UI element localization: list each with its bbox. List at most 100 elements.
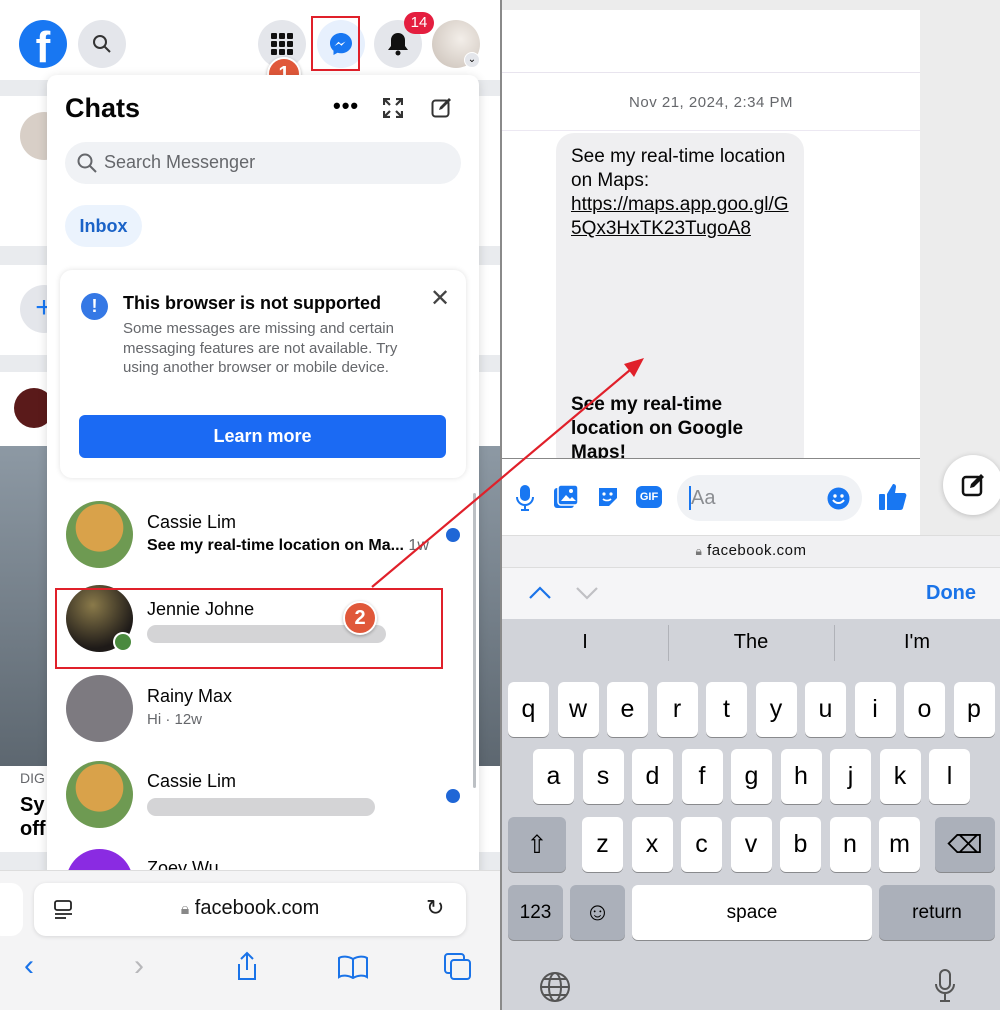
maps-link[interactable]: https://maps.app.goo.gl/G5Qx3HxTK23TugoA… <box>571 193 796 241</box>
post-headline[interactable]: Sy <box>20 794 44 817</box>
chat-preview: Hi · 12w <box>147 711 203 728</box>
grid-icon <box>271 33 293 55</box>
key-k[interactable]: k <box>879 749 921 804</box>
delete-key[interactable]: ⌫ <box>935 817 995 872</box>
new-message-icon[interactable] <box>431 97 453 119</box>
key-m[interactable]: m <box>879 817 920 872</box>
key-c[interactable]: c <box>681 817 722 872</box>
numbers-key[interactable]: 123 <box>508 885 563 940</box>
step-marker-2: 2 <box>343 601 377 635</box>
unread-dot <box>446 528 460 542</box>
microphone-icon[interactable] <box>516 485 534 511</box>
suggestion[interactable]: I <box>502 631 668 654</box>
key-r[interactable]: r <box>656 682 698 737</box>
key-a[interactable]: a <box>533 749 574 804</box>
facebook-logo[interactable]: f <box>19 20 67 68</box>
key-v[interactable]: v <box>730 817 772 872</box>
globe-icon[interactable] <box>539 971 571 1003</box>
close-icon[interactable]: ✕ <box>430 284 450 313</box>
notifications-badge: 14 <box>404 12 434 34</box>
post-headline[interactable]: off <box>20 818 46 841</box>
key-p[interactable]: p <box>953 682 995 737</box>
key-o[interactable]: o <box>904 682 945 737</box>
chat-item[interactable]: Cassie Lim See my real-time location on … <box>47 495 479 583</box>
done-button[interactable]: Done <box>926 582 976 605</box>
dictation-icon[interactable] <box>934 969 956 1003</box>
key-h[interactable]: h <box>780 749 822 804</box>
key-e[interactable]: e <box>607 682 648 737</box>
annotation-box-chat <box>55 588 443 669</box>
suggestion[interactable]: The <box>668 631 834 654</box>
key-f[interactable]: f <box>681 749 723 804</box>
learn-more-button[interactable]: Learn more <box>79 415 446 458</box>
space-key[interactable]: space <box>632 885 872 940</box>
browser-not-supported-notice: ! This browser is not supported Some mes… <box>60 270 466 478</box>
notice-body: Some messages are missing and certain me… <box>123 320 398 376</box>
message-input[interactable]: Aa <box>677 475 862 521</box>
previous-tab[interactable] <box>0 883 23 936</box>
conversation-area: Nov 21, 2024, 2:34 PM See my real-time l… <box>502 10 920 473</box>
chat-item[interactable]: Cassie Lim <box>47 755 479 843</box>
key-d[interactable]: d <box>632 749 673 804</box>
chat-preview: See my real-time location on Ma... 1w <box>147 537 429 554</box>
key-n[interactable]: n <box>829 817 871 872</box>
facebook-web-panel: + DIG Sy off f 14 ⌄ 1 Chats ••• Search M… <box>0 0 500 1010</box>
emoji-icon[interactable] <box>827 487 850 510</box>
search-icon <box>93 35 111 53</box>
message-timestamp: Nov 21, 2024, 2:34 PM <box>629 94 793 111</box>
notice-title: This browser is not supported <box>123 293 382 313</box>
chevron-up-icon[interactable] <box>528 586 552 600</box>
key-w[interactable]: w <box>557 682 599 737</box>
search-messenger-input[interactable]: Search Messenger <box>65 142 461 184</box>
chat-preview-placeholder <box>147 798 375 816</box>
address-bar[interactable]: 🔒︎ facebook.com ↻ <box>34 883 466 936</box>
lock-icon: 🔒︎ <box>180 901 190 918</box>
bell-icon <box>388 33 408 56</box>
key-x[interactable]: x <box>631 817 673 872</box>
new-message-button[interactable] <box>943 455 1000 515</box>
search-button[interactable] <box>78 20 126 68</box>
url-bar-compact[interactable]: 🔒︎ facebook.com <box>502 535 1000 567</box>
url-text: facebook.com <box>707 542 807 559</box>
gif-icon[interactable]: GIF <box>636 486 662 508</box>
tab-inbox[interactable]: Inbox <box>65 205 142 247</box>
message-preview-title: See my real-time location on Google Maps… <box>571 394 744 463</box>
photo-icon[interactable] <box>554 485 578 509</box>
shift-key[interactable]: ⇧ <box>508 817 566 872</box>
key-s[interactable]: s <box>582 749 624 804</box>
chevron-down-icon[interactable] <box>575 586 599 600</box>
key-y[interactable]: y <box>755 682 797 737</box>
suggestion[interactable]: I'm <box>834 631 1000 654</box>
key-z[interactable]: z <box>582 817 623 872</box>
key-u[interactable]: u <box>805 682 846 737</box>
tabs-icon[interactable] <box>444 953 472 981</box>
key-b[interactable]: b <box>780 817 821 872</box>
compose-icon <box>961 474 984 497</box>
chat-item[interactable]: Rainy Max Hi · 12w <box>47 669 479 757</box>
like-icon[interactable] <box>879 483 907 511</box>
back-icon[interactable]: ‹ <box>24 949 34 983</box>
message-placeholder: Aa <box>691 487 716 509</box>
message-text: See my real-time location on Maps: <box>571 146 786 191</box>
key-i[interactable]: i <box>854 682 896 737</box>
share-icon[interactable] <box>235 951 259 981</box>
bookmarks-icon[interactable] <box>337 955 369 979</box>
return-key[interactable]: return <box>879 885 995 940</box>
key-l[interactable]: l <box>929 749 970 804</box>
post-source: DIG <box>20 770 45 786</box>
expand-icon[interactable] <box>383 98 403 118</box>
key-j[interactable]: j <box>830 749 871 804</box>
info-icon: ! <box>81 293 108 320</box>
reload-icon[interactable]: ↻ <box>426 895 444 921</box>
forward-icon[interactable]: › <box>134 949 144 983</box>
scrollbar[interactable] <box>473 493 476 788</box>
emoji-key[interactable]: ☺ <box>570 885 625 940</box>
message-bubble[interactable]: See my real-time location on Maps: https… <box>556 133 804 473</box>
key-g[interactable]: g <box>731 749 772 804</box>
key-t[interactable]: t <box>706 682 747 737</box>
key-q[interactable]: q <box>508 682 549 737</box>
more-options-icon[interactable]: ••• <box>333 93 359 119</box>
separator <box>502 72 920 73</box>
chevron-down-icon[interactable]: ⌄ <box>464 52 480 68</box>
sticker-icon[interactable] <box>596 485 620 509</box>
